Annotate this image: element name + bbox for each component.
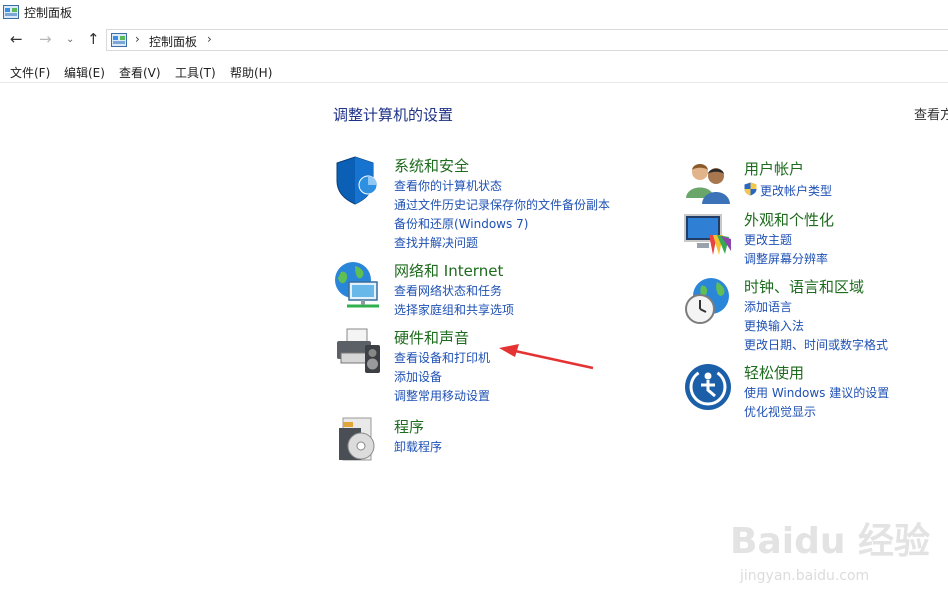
address-bar[interactable]: › 控制面板 › [106, 29, 948, 51]
network-globe-icon [335, 262, 379, 308]
breadcrumb-chevron-icon[interactable]: › [135, 32, 140, 46]
up-arrow-icon[interactable]: ↑ [87, 30, 100, 48]
category-link[interactable]: 优化视觉显示 [744, 403, 816, 420]
view-by-label[interactable]: 查看方 [914, 104, 948, 123]
programs-disc-icon [339, 417, 375, 461]
breadcrumb-chevron-icon[interactable]: › [207, 32, 212, 46]
category-link[interactable]: 更换输入法 [744, 317, 804, 334]
control-panel-icon [3, 5, 19, 19]
category-link[interactable]: 卸载程序 [394, 438, 442, 455]
category-link[interactable]: 更改帐户类型 [760, 182, 832, 199]
category-link[interactable]: 使用 Windows 建议的设置 [744, 384, 889, 401]
menu-view[interactable]: 查看(V) [119, 64, 161, 81]
category-link[interactable]: 添加语言 [744, 298, 792, 315]
shield-icon [336, 156, 378, 205]
monitor-palette-icon [684, 214, 731, 255]
category-title[interactable]: 网络和 Internet [394, 260, 503, 281]
category-link[interactable]: 调整屏幕分辨率 [744, 250, 828, 267]
breadcrumb-item[interactable]: 控制面板 [149, 33, 197, 50]
category-title[interactable]: 时钟、语言和区域 [744, 276, 864, 297]
annotation-arrow [499, 344, 594, 370]
menu-help[interactable]: 帮助(H) [230, 64, 272, 81]
menu-edit[interactable]: 编辑(E) [64, 64, 105, 81]
category-link[interactable]: 更改主题 [744, 231, 792, 248]
watermark-logo: Baidu 经验 [730, 521, 931, 562]
category-link[interactable]: 通过文件历史记录保存你的文件备份副本 [394, 196, 610, 213]
category-title[interactable]: 外观和个性化 [744, 209, 834, 230]
forward-arrow-icon[interactable]: → [39, 30, 52, 48]
ease-of-access-icon [685, 364, 731, 410]
window-title: 控制面板 [24, 6, 73, 20]
category-link[interactable]: 调整常用移动设置 [394, 387, 490, 404]
category-link[interactable]: 选择家庭组和共享选项 [394, 301, 514, 318]
category-link[interactable]: 查找并解决问题 [394, 234, 478, 251]
menu-tools[interactable]: 工具(T) [175, 64, 216, 81]
page-heading: 调整计算机的设置 [333, 106, 454, 124]
category-link[interactable]: 查看设备和打印机 [394, 349, 490, 366]
title-bar: 控制面板 [0, 0, 948, 24]
uac-shield-icon [744, 182, 757, 196]
category-title[interactable]: 系统和安全 [394, 155, 469, 176]
category-link[interactable]: 更改日期、时间或数字格式 [744, 336, 888, 353]
recent-locations-chevron-icon[interactable]: ⌄ [66, 34, 74, 45]
printer-speaker-icon [337, 328, 380, 373]
category-title[interactable]: 硬件和声音 [394, 327, 469, 348]
globe-clock-icon [685, 278, 729, 324]
control-panel-icon [111, 33, 127, 47]
navigation-bar: ← → ⌄ ↑ › 控制面板 › [0, 27, 948, 53]
watermark-url: jingyan.baidu.com [740, 568, 870, 584]
category-title[interactable]: 用户帐户 [744, 158, 804, 179]
users-icon [686, 164, 730, 204]
menu-bar: 文件(F) 编辑(E) 查看(V) 工具(T) 帮助(H) [0, 60, 948, 82]
category-link[interactable]: 查看网络状态和任务 [394, 282, 502, 299]
back-arrow-icon[interactable]: ← [10, 30, 23, 48]
category-title[interactable]: 程序 [394, 416, 424, 437]
category-title[interactable]: 轻松使用 [744, 362, 804, 383]
category-link[interactable]: 查看你的计算机状态 [394, 177, 502, 194]
menu-file[interactable]: 文件(F) [10, 64, 50, 81]
category-link[interactable]: 添加设备 [394, 368, 442, 385]
category-link[interactable]: 备份和还原(Windows 7) [394, 215, 528, 232]
menu-divider [0, 82, 948, 83]
